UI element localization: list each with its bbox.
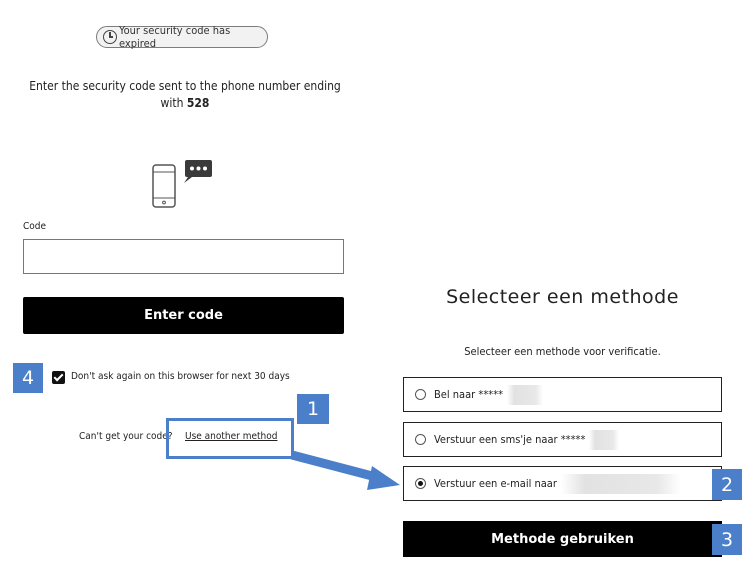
clock-icon bbox=[103, 30, 117, 44]
remember-checkbox[interactable] bbox=[52, 371, 65, 384]
enter-code-button[interactable]: Enter code bbox=[23, 297, 344, 334]
instruction-text: Enter the security code sent to the phon… bbox=[20, 78, 350, 112]
option-email-label: Verstuur een e-mail naar bbox=[434, 477, 557, 490]
redacted-phone bbox=[507, 384, 544, 405]
option-sms-label: Verstuur een sms'je naar ***** bbox=[434, 433, 586, 446]
code-input[interactable] bbox=[23, 239, 344, 274]
radio-email-selected[interactable] bbox=[415, 478, 426, 489]
redacted-email bbox=[560, 473, 681, 494]
annotation-badge-4: 4 bbox=[13, 363, 43, 393]
instruction-prefix: Enter the security code sent to the phon… bbox=[29, 79, 341, 110]
cant-get-code-text: Can't get your code? bbox=[79, 431, 173, 442]
remember-label: Don't ask again on this browser for next… bbox=[71, 371, 290, 382]
radio-sms[interactable] bbox=[415, 434, 426, 445]
use-method-button[interactable]: Methode gebruiken bbox=[403, 521, 722, 557]
code-label: Code bbox=[23, 221, 47, 232]
method-title: Selecteer een methode bbox=[446, 286, 679, 308]
expired-notice: Your security code has expired bbox=[96, 24, 268, 50]
option-sms[interactable]: Verstuur een sms'je naar ***** bbox=[403, 422, 722, 457]
annotation-badge-2: 2 bbox=[712, 469, 742, 500]
annotation-badge-1: 1 bbox=[297, 394, 329, 424]
redacted-phone bbox=[589, 429, 620, 450]
option-call[interactable]: Bel naar ***** bbox=[403, 377, 722, 412]
option-email[interactable]: Verstuur een e-mail naar bbox=[403, 466, 722, 501]
annotation-badge-3: 3 bbox=[712, 524, 742, 555]
radio-call[interactable] bbox=[415, 389, 426, 400]
highlight-box bbox=[166, 418, 294, 459]
phone-message-icon bbox=[152, 160, 212, 208]
expired-text: Your security code has expired bbox=[119, 24, 231, 50]
method-subtitle: Selecteer een methode voor verificatie. bbox=[464, 345, 661, 358]
option-call-label: Bel naar ***** bbox=[434, 388, 504, 401]
phone-suffix: 528 bbox=[186, 96, 210, 110]
